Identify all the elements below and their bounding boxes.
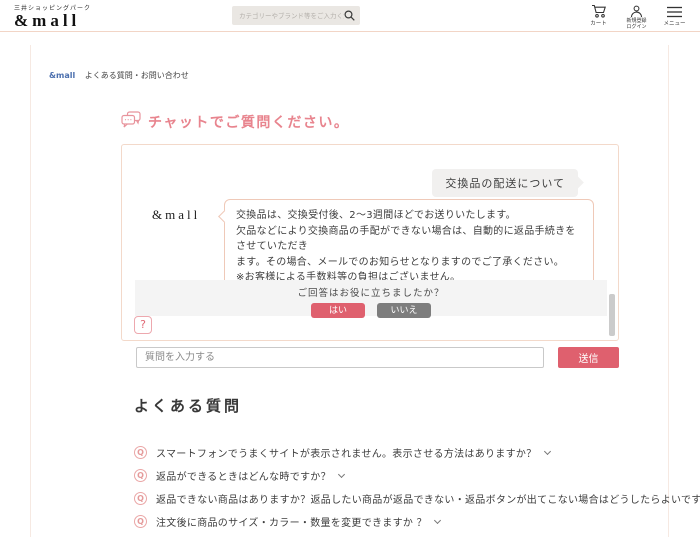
faq-item-text: 注文後に商品のサイズ・カラー・数量を変更できますか ？ xyxy=(156,518,427,529)
breadcrumb-current: よくある質問・お問い合わせ xyxy=(84,71,189,80)
chat-bubbles-icon xyxy=(121,111,141,132)
cart-icon xyxy=(591,4,607,18)
chevron-down-icon xyxy=(337,470,345,479)
header-search-bar xyxy=(232,6,360,25)
search-icon[interactable] xyxy=(344,6,355,25)
site-header: 三井ショッピングパーク &mall カート xyxy=(0,0,700,32)
user-icon xyxy=(630,4,643,18)
feedback-no-button[interactable]: いいえ xyxy=(377,303,431,318)
brand-logo[interactable]: 三井ショッピングパーク &mall xyxy=(14,3,91,31)
menu-label: メニュー xyxy=(663,21,686,27)
cart-button[interactable]: カート xyxy=(585,4,612,30)
bot-message-line: 交換品は、交換受付後、2〜3週間ほどでお送りいたします。 xyxy=(236,210,516,221)
content-card: &mall よくある質問・お問い合わせ チャットでご質問ください。 交換品の配送… xyxy=(30,45,700,537)
header-nav: カート 新規登録 ログイン メニュー xyxy=(585,4,688,30)
chevron-down-icon xyxy=(433,516,442,525)
chat-title-text: チャットでご質問ください。 xyxy=(148,114,350,131)
bot-name: &mall xyxy=(152,207,201,222)
feedback-panel: ご回答はお役に立ちましたか？ はい いいえ xyxy=(135,280,607,318)
page: 三井ショッピングパーク &mall カート xyxy=(0,0,700,537)
question-circle-icon: Q xyxy=(134,492,147,505)
hamburger-menu-icon xyxy=(667,4,682,18)
question-circle-icon: Q xyxy=(134,515,147,528)
feedback-yes-button[interactable]: はい xyxy=(311,303,365,318)
chat-section-title: チャットでご質問ください。 xyxy=(121,111,668,132)
faq-item-text: 返品できない商品はありますか？返品したい商品が返品できない・返品ボタンが出てこな… xyxy=(156,495,700,506)
chat-input-row: 送信 xyxy=(136,347,619,368)
faq-item[interactable]: Q 返品ができるときはどんな時ですか？ xyxy=(134,469,668,483)
chat-window: 交換品の配送について &mall 交換品は、交換受付後、2〜3週間ほどでお送りい… xyxy=(121,144,619,341)
faq-item[interactable]: Q スマートフォンでうまくサイトが表示されません。表示させる方法はありますか？ xyxy=(134,446,668,460)
cart-label: カート xyxy=(590,21,607,27)
bot-message-line: 欠品などにより交換商品の手配ができない場合は、自動的に返品手続きをさせていただき xyxy=(236,225,576,253)
question-circle-icon: Q xyxy=(134,446,147,459)
bot-message-line: ます。その場合、メールでのお知らせとなりますのでご了承ください。 xyxy=(236,256,565,268)
send-button[interactable]: 送信 xyxy=(558,347,619,368)
login-label: ログイン xyxy=(626,24,647,30)
faq-list: Q スマートフォンでうまくサイトが表示されません。表示させる方法はありますか？ … xyxy=(134,446,700,537)
chat-scrollbar-thumb[interactable] xyxy=(609,294,615,336)
search-input[interactable] xyxy=(239,11,344,20)
user-message-bubble: 交換品の配送について xyxy=(432,169,578,197)
brand-logo-text: &mall xyxy=(14,11,81,30)
question-circle-icon: Q xyxy=(134,469,147,482)
chat-help-button[interactable]: ? xyxy=(134,316,152,334)
breadcrumb: &mall よくある質問・お問い合わせ xyxy=(31,45,668,81)
faq-item[interactable]: Q 返品できない商品はありますか？返品したい商品が返品できない・返品ボタンが出て… xyxy=(134,492,700,506)
feedback-question: ご回答はお役に立ちましたか？ xyxy=(297,288,445,299)
chevron-down-icon xyxy=(543,447,551,456)
login-button[interactable]: 新規登録 ログイン xyxy=(623,4,650,30)
faq-heading: よくある質問 xyxy=(134,397,243,415)
faq-item[interactable]: Q 注文後に商品のサイズ・カラー・数量を変更できますか ？ xyxy=(134,515,668,529)
feedback-buttons: はい いいえ xyxy=(135,303,607,318)
menu-button[interactable]: メニュー xyxy=(661,4,688,30)
faq-item-text: スマートフォンでうまくサイトが表示されません。表示させる方法はありますか？ xyxy=(156,449,537,460)
faq-item-text: 返品ができるときはどんな時ですか？ xyxy=(156,472,331,483)
breadcrumb-home-link[interactable]: &mall xyxy=(49,71,75,80)
question-input[interactable] xyxy=(136,347,544,368)
